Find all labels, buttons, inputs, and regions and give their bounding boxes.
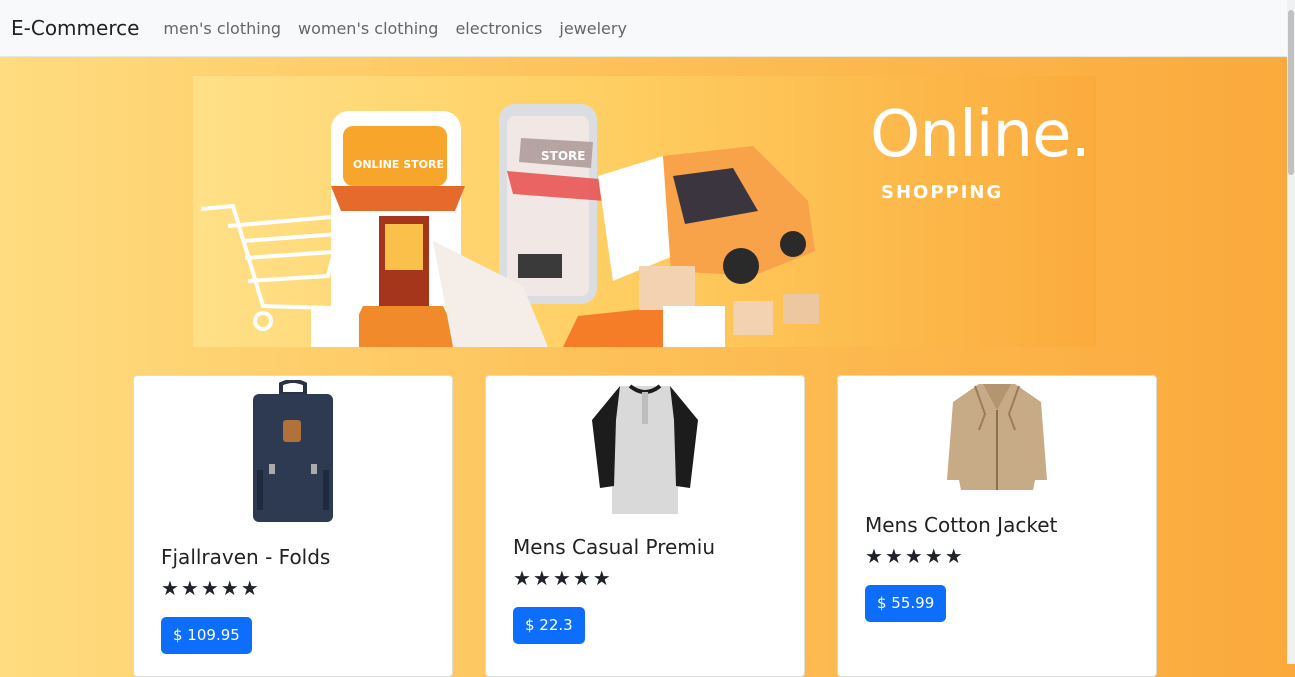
rating-stars-icon: ★★★★★ <box>161 576 261 600</box>
price-button[interactable]: $ 22.3 <box>513 607 585 644</box>
rating-stars-icon: ★★★★★ <box>513 566 613 590</box>
henley-shirt-image[interactable] <box>590 380 700 516</box>
banner-title: Online. <box>870 98 1091 172</box>
rating-stars-icon: ★★★★★ <box>865 544 965 568</box>
brand-link[interactable]: E-Commerce <box>11 16 139 40</box>
top-navbar: E-Commerce men's clothing women's clothi… <box>0 0 1287 57</box>
svg-text:STORE: STORE <box>541 149 585 163</box>
shopping-bag-icon <box>663 306 725 347</box>
banner-subtitle: SHOPPING <box>881 182 1004 203</box>
phone-illustration: STORE <box>499 104 611 304</box>
price-button[interactable]: $ 109.95 <box>161 617 252 654</box>
product-title: Mens Casual Premiu <box>513 535 716 559</box>
hero-banner: ONLINE STORE STORE Online. SHOPPING <box>193 76 1096 347</box>
nav-link-mens-clothing[interactable]: men's clothing <box>163 19 281 38</box>
nav-link-jewelery[interactable]: jewelery <box>559 19 627 38</box>
cotton-jacket-image[interactable] <box>945 380 1049 492</box>
product-card[interactable]: Mens Cotton Jacket ★★★★★ $ 55.99 <box>837 375 1157 677</box>
price-button[interactable]: $ 55.99 <box>865 585 947 622</box>
product-title: Mens Cotton Jacket <box>865 513 1058 537</box>
scrollbar-thumb[interactable] <box>1288 10 1294 175</box>
product-title: Fjallraven - Folds <box>161 545 331 569</box>
nav-link-electronics[interactable]: electronics <box>455 19 542 38</box>
product-card[interactable]: Fjallraven - Folds ★★★★★ $ 109.95 <box>133 375 453 677</box>
svg-text:ONLINE STORE: ONLINE STORE <box>353 158 444 171</box>
vertical-scrollbar[interactable] <box>1287 0 1295 664</box>
product-card[interactable]: Mens Casual Premiu ★★★★★ $ 22.3 <box>485 375 805 677</box>
backpack-image[interactable] <box>243 380 343 526</box>
nav-link-womens-clothing[interactable]: women's clothing <box>298 19 438 38</box>
delivery-truck-illustration <box>663 146 815 284</box>
